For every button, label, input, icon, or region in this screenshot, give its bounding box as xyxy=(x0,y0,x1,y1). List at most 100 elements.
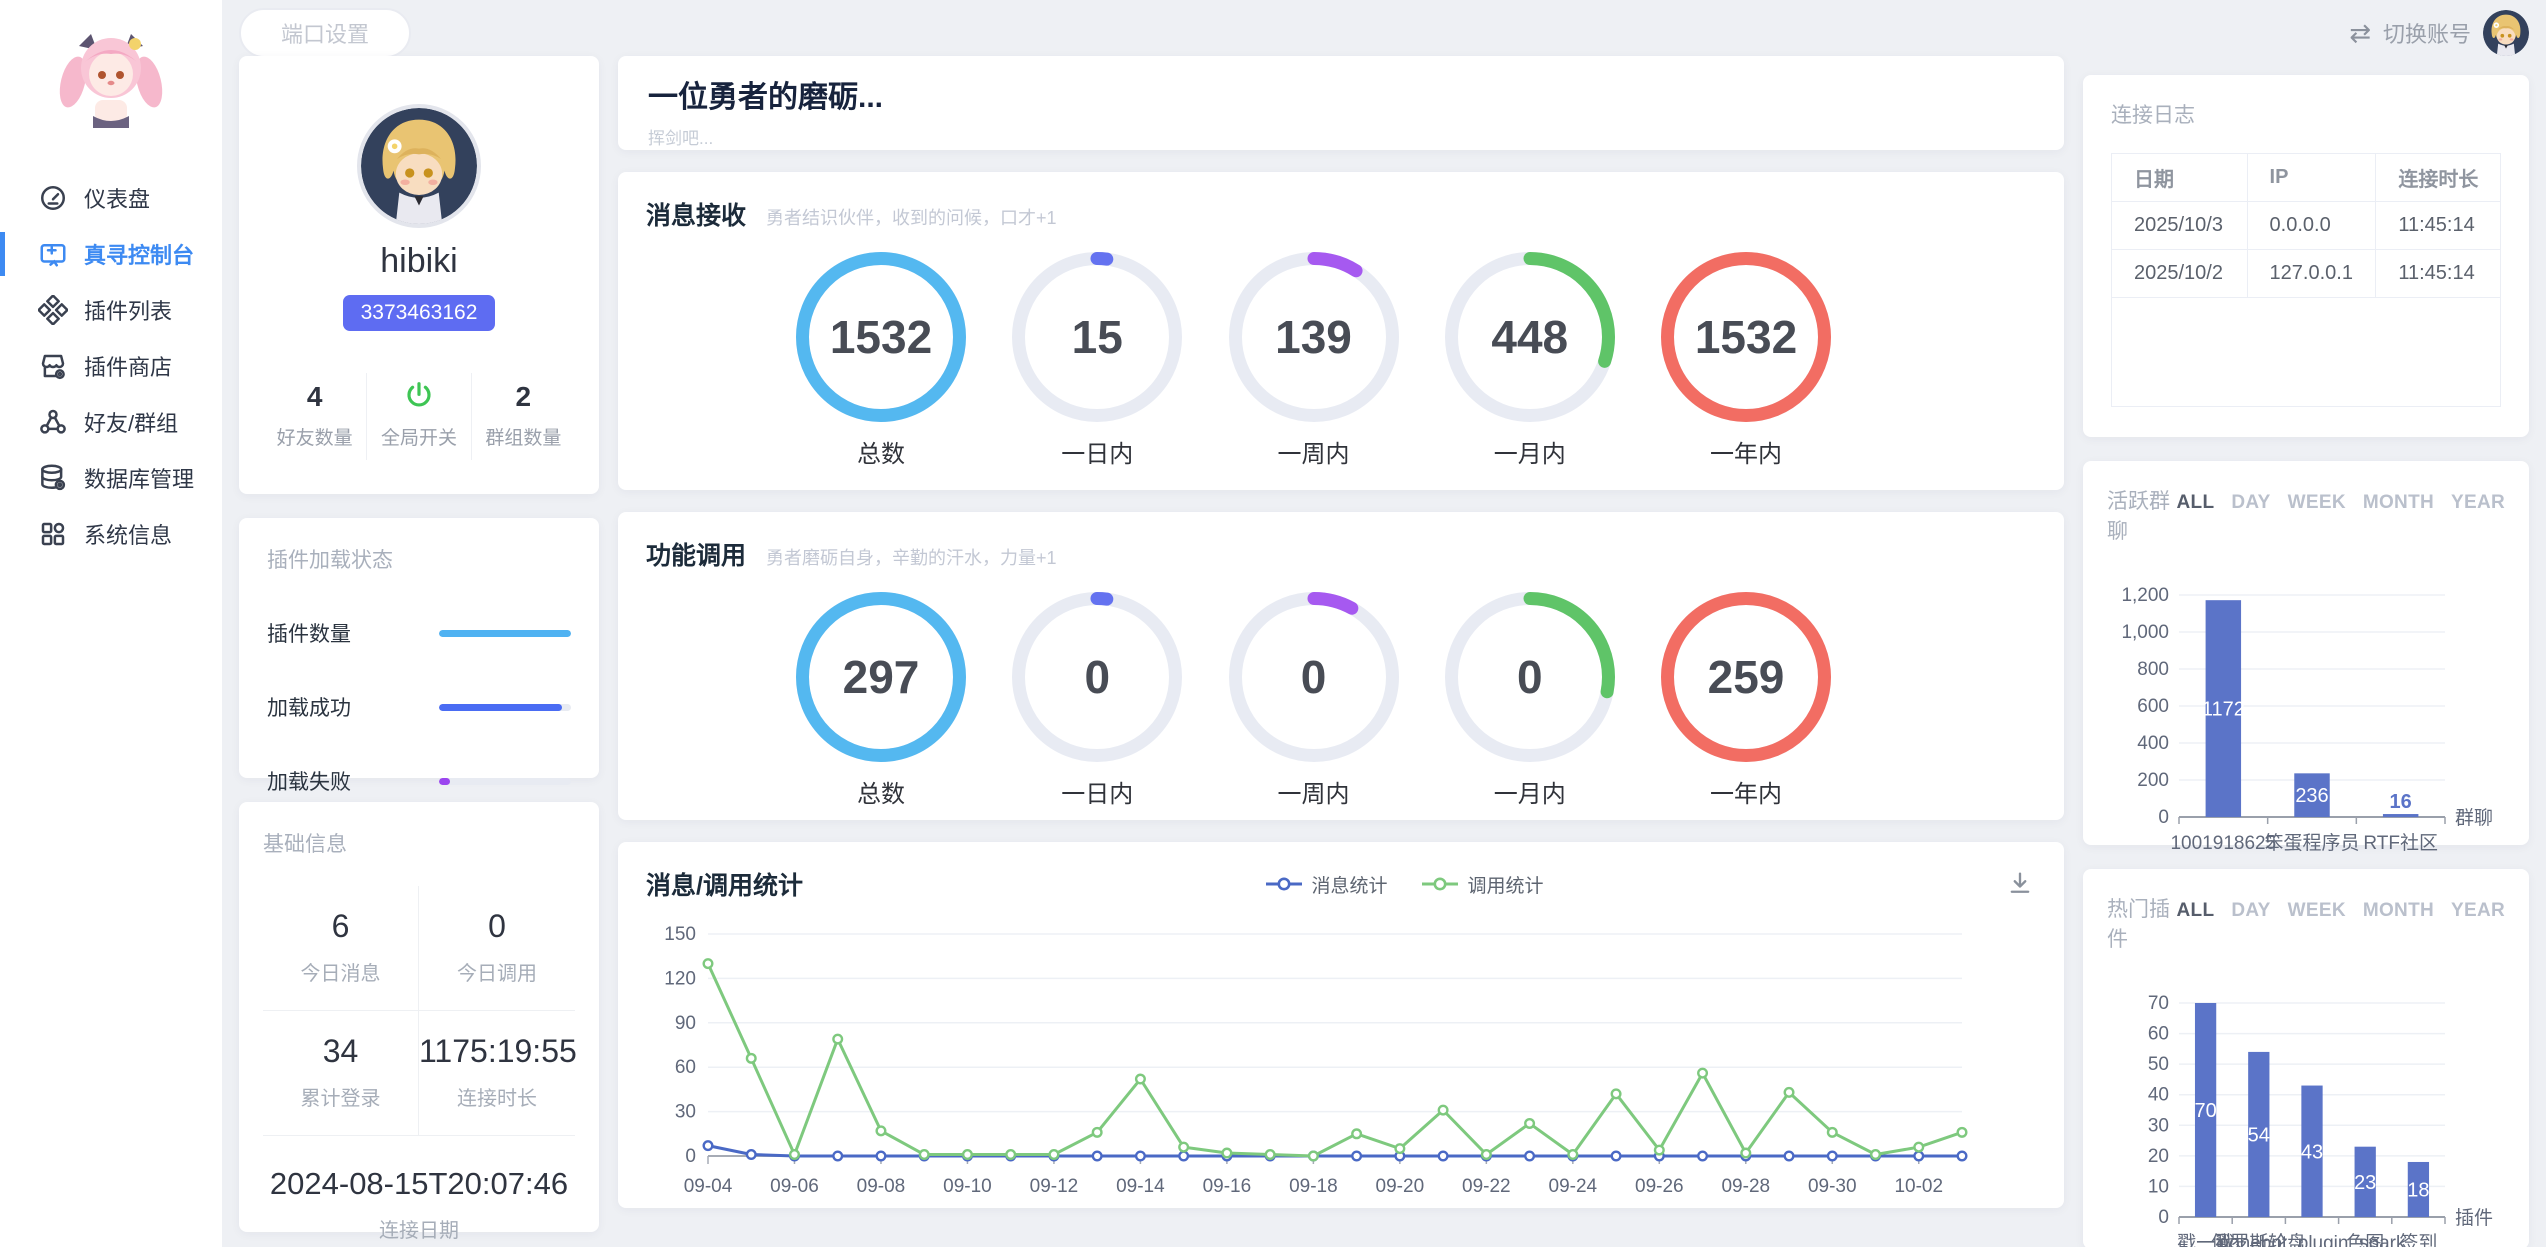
switch-account[interactable]: ⇄ 切换账号 xyxy=(2349,10,2529,56)
topbar-avatar[interactable] xyxy=(2483,10,2529,56)
connection-log-card: 连接日志 日期IP连接时长 2025/10/30.0.0.011:45:1420… xyxy=(2083,75,2529,437)
table-row: 2025/10/2127.0.0.111:45:14 xyxy=(2112,250,2501,298)
ring-label: 一周内 xyxy=(1229,434,1399,469)
svg-text:笨蛋程序员: 笨蛋程序员 xyxy=(2264,832,2359,854)
center-column: 一位勇者的磨砺... 挥剑吧... 消息接收 勇者结识伙伴，收到的问候，口才+1… xyxy=(618,56,2064,1208)
qq-badge: 3373463162 xyxy=(343,295,496,331)
hero-card: 一位勇者的磨砺... 挥剑吧... xyxy=(618,56,2064,150)
sidebar-item-label: 系统信息 xyxy=(84,518,172,550)
svg-text:0: 0 xyxy=(2158,807,2169,828)
call-stats-title: 功能调用 xyxy=(646,536,746,572)
sidebar-item-dashboard[interactable]: 仪表盘 xyxy=(0,170,222,226)
line-chart-card: 消息/调用统计 消息统计 调用统计 030609012015009-0409-0… xyxy=(618,842,2064,1208)
sidebar-item-plugin-list[interactable]: 插件列表 xyxy=(0,282,222,338)
legend-item[interactable]: 消息统计 xyxy=(1265,871,1387,898)
plugin-status-row: 插件数量 xyxy=(267,618,571,648)
hot-plugins-title: 热门插件 xyxy=(2107,893,2177,953)
svg-text:1001918625: 1001918625 xyxy=(2170,833,2276,854)
tab-all[interactable]: ALL xyxy=(2177,900,2215,922)
svg-text:18: 18 xyxy=(2407,1179,2429,1201)
sidebar: 仪表盘 真寻控制台 插件列表 插件商店 xyxy=(0,0,222,1247)
hot-plugins-bar-chart: 01020304050607070戳一戳54俄罗斯轮盘43nonebot_plu… xyxy=(2107,969,2505,1247)
hot-plugins-tabs: ALL DAY WEEK MONTH YEAR xyxy=(2177,900,2505,922)
sidebar-item-system-info[interactable]: 系统信息 xyxy=(0,506,222,562)
app-root: 仪表盘 真寻控制台 插件列表 插件商店 xyxy=(0,0,2546,1247)
svg-text:09-04: 09-04 xyxy=(684,1176,733,1197)
sidebar-item-plugin-store[interactable]: 插件商店 xyxy=(0,338,222,394)
dashboard-icon xyxy=(38,183,68,213)
svg-text:插件: 插件 xyxy=(2455,1207,2493,1229)
svg-text:800: 800 xyxy=(2137,659,2169,680)
ring-value: 0 xyxy=(1229,592,1399,762)
port-settings-button[interactable]: 端口设置 xyxy=(239,8,411,58)
stat-ring: 0 一日内 xyxy=(1012,592,1182,809)
tab-week[interactable]: WEEK xyxy=(2288,900,2346,922)
basic-info-title: 基础信息 xyxy=(263,828,575,858)
message-stats-title: 消息接收 xyxy=(646,196,746,232)
svg-text:09-22: 09-22 xyxy=(1462,1176,1511,1197)
stat-ring: 448 一月内 xyxy=(1445,252,1615,469)
sidebar-item-label: 好友/群组 xyxy=(84,406,178,438)
svg-text:09-12: 09-12 xyxy=(1030,1176,1079,1197)
right-column: 连接日志 日期IP连接时长 2025/10/30.0.0.011:45:1420… xyxy=(2083,75,2529,1247)
tab-week[interactable]: WEEK xyxy=(2288,492,2346,514)
legend-marker-icon xyxy=(1421,877,1459,891)
tab-day[interactable]: DAY xyxy=(2231,900,2270,922)
today-call-cell: 0 今日调用 xyxy=(419,886,575,1011)
stat-ring: 1532 一年内 xyxy=(1661,252,1831,469)
ring-value: 1532 xyxy=(796,252,966,422)
sidebar-item-label: 仪表盘 xyxy=(84,182,150,214)
message-stats-subtitle: 勇者结识伙伴，收到的问候，口才+1 xyxy=(766,204,1057,230)
plugin-status-title: 插件加载状态 xyxy=(267,544,571,574)
svg-text:70: 70 xyxy=(2148,993,2169,1014)
ring-label: 一年内 xyxy=(1661,774,1831,809)
tab-year[interactable]: YEAR xyxy=(2451,900,2505,922)
stat-ring: 139 一周内 xyxy=(1229,252,1399,469)
ring-value: 1532 xyxy=(1661,252,1831,422)
plugin-store-icon xyxy=(38,351,68,381)
ring-value: 448 xyxy=(1445,252,1615,422)
tab-all[interactable]: ALL xyxy=(2177,492,2215,514)
progress-bar xyxy=(439,704,571,711)
sidebar-item-console[interactable]: 真寻控制台 xyxy=(0,226,222,282)
legend-item[interactable]: 调用统计 xyxy=(1421,871,1543,898)
svg-text:30: 30 xyxy=(675,1102,696,1123)
sidebar-item-database[interactable]: 数据库管理 xyxy=(0,450,222,506)
svg-text:150: 150 xyxy=(664,924,696,945)
tab-month[interactable]: MONTH xyxy=(2363,492,2434,514)
svg-text:23: 23 xyxy=(2354,1172,2376,1194)
plugin-status-bars: 插件数量 加载成功 加载失败 xyxy=(267,618,571,796)
stat-ring: 297 总数 xyxy=(796,592,966,809)
sidebar-item-friends-groups[interactable]: 好友/群组 xyxy=(0,394,222,450)
svg-text:50: 50 xyxy=(2148,1054,2169,1075)
friend-count-stat: 4 好友数量 xyxy=(263,373,366,460)
tab-month[interactable]: MONTH xyxy=(2363,900,2434,922)
active-groups-title: 活跃群聊 xyxy=(2107,485,2177,545)
svg-text:群聊: 群聊 xyxy=(2455,807,2493,829)
profile-stats: 4 好友数量 全局开关 2 群组数量 xyxy=(263,373,575,460)
bot-logo xyxy=(51,20,171,140)
profile-card: hibiki 3373463162 4 好友数量 全局开关 xyxy=(239,56,599,494)
svg-text:09-30: 09-30 xyxy=(1808,1176,1857,1197)
power-icon[interactable] xyxy=(367,379,470,415)
table-header-row: 日期IP连接时长 xyxy=(2112,154,2501,202)
svg-text:43: 43 xyxy=(2301,1141,2323,1163)
plugin-status-row: 加载失败 xyxy=(267,766,571,796)
tab-year[interactable]: YEAR xyxy=(2451,492,2505,514)
profile-name: hibiki xyxy=(263,242,575,281)
download-icon[interactable] xyxy=(2006,869,2036,899)
svg-text:09-20: 09-20 xyxy=(1376,1176,1425,1197)
svg-text:10-02: 10-02 xyxy=(1894,1176,1943,1197)
basic-info-card: 基础信息 6 今日消息 0 今日调用 34 累计登录 xyxy=(239,802,599,1232)
stat-ring: 1532 总数 xyxy=(796,252,966,469)
svg-text:RTF社区: RTF社区 xyxy=(2363,832,2438,854)
global-switch-stat: 全局开关 xyxy=(366,373,471,460)
plugin-status-card: 插件加载状态 插件数量 加载成功 加载失败 xyxy=(239,518,599,778)
content-columns: hibiki 3373463162 4 好友数量 全局开关 xyxy=(239,56,2529,1247)
tab-day[interactable]: DAY xyxy=(2231,492,2270,514)
svg-text:1,200: 1,200 xyxy=(2121,585,2169,606)
ring-label: 一年内 xyxy=(1661,434,1831,469)
svg-text:90: 90 xyxy=(675,1013,696,1034)
today-msg-cell: 6 今日消息 xyxy=(263,886,419,1011)
topbar: 端口设置 ⇄ 切换账号 xyxy=(239,0,2529,56)
